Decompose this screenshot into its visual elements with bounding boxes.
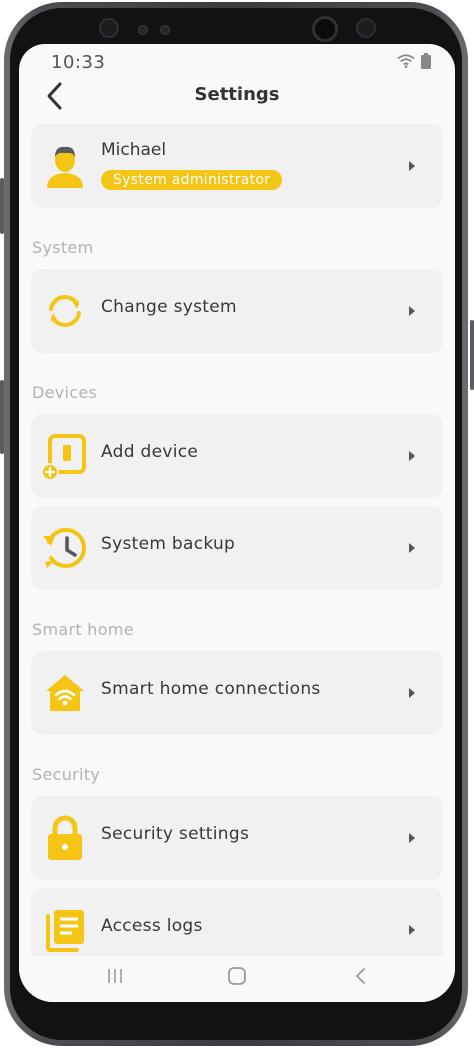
- change-system-item[interactable]: Change system: [31, 269, 443, 353]
- user-name: Michael: [101, 140, 167, 160]
- chevron-right-icon: [409, 925, 415, 935]
- user-profile-card[interactable]: Michael System administrator: [31, 124, 443, 208]
- item-label: System backup: [101, 534, 236, 554]
- recent-apps-icon[interactable]: [105, 966, 125, 986]
- status-time: 10:33: [51, 52, 106, 73]
- section-title-devices: Devices: [32, 383, 98, 402]
- sensor-dot-1: [138, 25, 148, 35]
- chevron-right-icon: [409, 161, 415, 171]
- chevron-right-icon: [409, 306, 415, 316]
- phone-side-button-left-1: [0, 178, 4, 234]
- system-backup-item[interactable]: System backup: [31, 506, 443, 590]
- chevron-right-icon: [409, 451, 415, 461]
- back-nav-icon[interactable]: [351, 966, 371, 986]
- chevron-right-icon: [409, 833, 415, 843]
- add-device-item[interactable]: Add device: [31, 414, 443, 498]
- battery-icon: [421, 53, 431, 69]
- camera-lens-left: [99, 18, 119, 38]
- section-title-security: Security: [32, 765, 101, 784]
- item-label: Access logs: [101, 916, 203, 936]
- phone-side-button-right: [470, 320, 474, 390]
- item-label: Change system: [101, 297, 237, 317]
- logs-icon: [46, 910, 84, 952]
- front-camera: [312, 16, 338, 42]
- smart-home-icon: [46, 675, 84, 711]
- role-badge: System administrator: [101, 170, 283, 190]
- status-icons: [397, 53, 431, 69]
- add-device-icon: [41, 434, 86, 480]
- item-label: Add device: [101, 442, 199, 462]
- smart-home-connections-item[interactable]: Smart home connections: [31, 651, 443, 735]
- item-label: Smart home connections: [101, 679, 321, 699]
- item-label: Security settings: [101, 824, 250, 844]
- nav-header: Settings: [19, 74, 455, 118]
- app-screen: 10:33 Settings Michael System administra…: [19, 44, 455, 1002]
- padlock-icon: [48, 815, 82, 860]
- section-title-smart-home: Smart home: [32, 620, 134, 639]
- chevron-right-icon: [409, 543, 415, 553]
- section-title-system: System: [32, 238, 94, 257]
- security-settings-item[interactable]: Security settings: [31, 796, 443, 880]
- home-icon[interactable]: [227, 966, 247, 986]
- page-title: Settings: [194, 84, 280, 105]
- sync-arrows-icon: [49, 294, 81, 328]
- wifi-icon: [397, 54, 415, 68]
- clock-history-icon: [43, 528, 86, 568]
- sensor-right: [356, 18, 376, 38]
- phone-side-button-left-2: [0, 380, 4, 454]
- system-navigation-bar: [19, 956, 455, 1002]
- user-avatar-icon: [47, 146, 83, 188]
- chevron-right-icon: [409, 688, 415, 698]
- sensor-dot-2: [160, 25, 170, 35]
